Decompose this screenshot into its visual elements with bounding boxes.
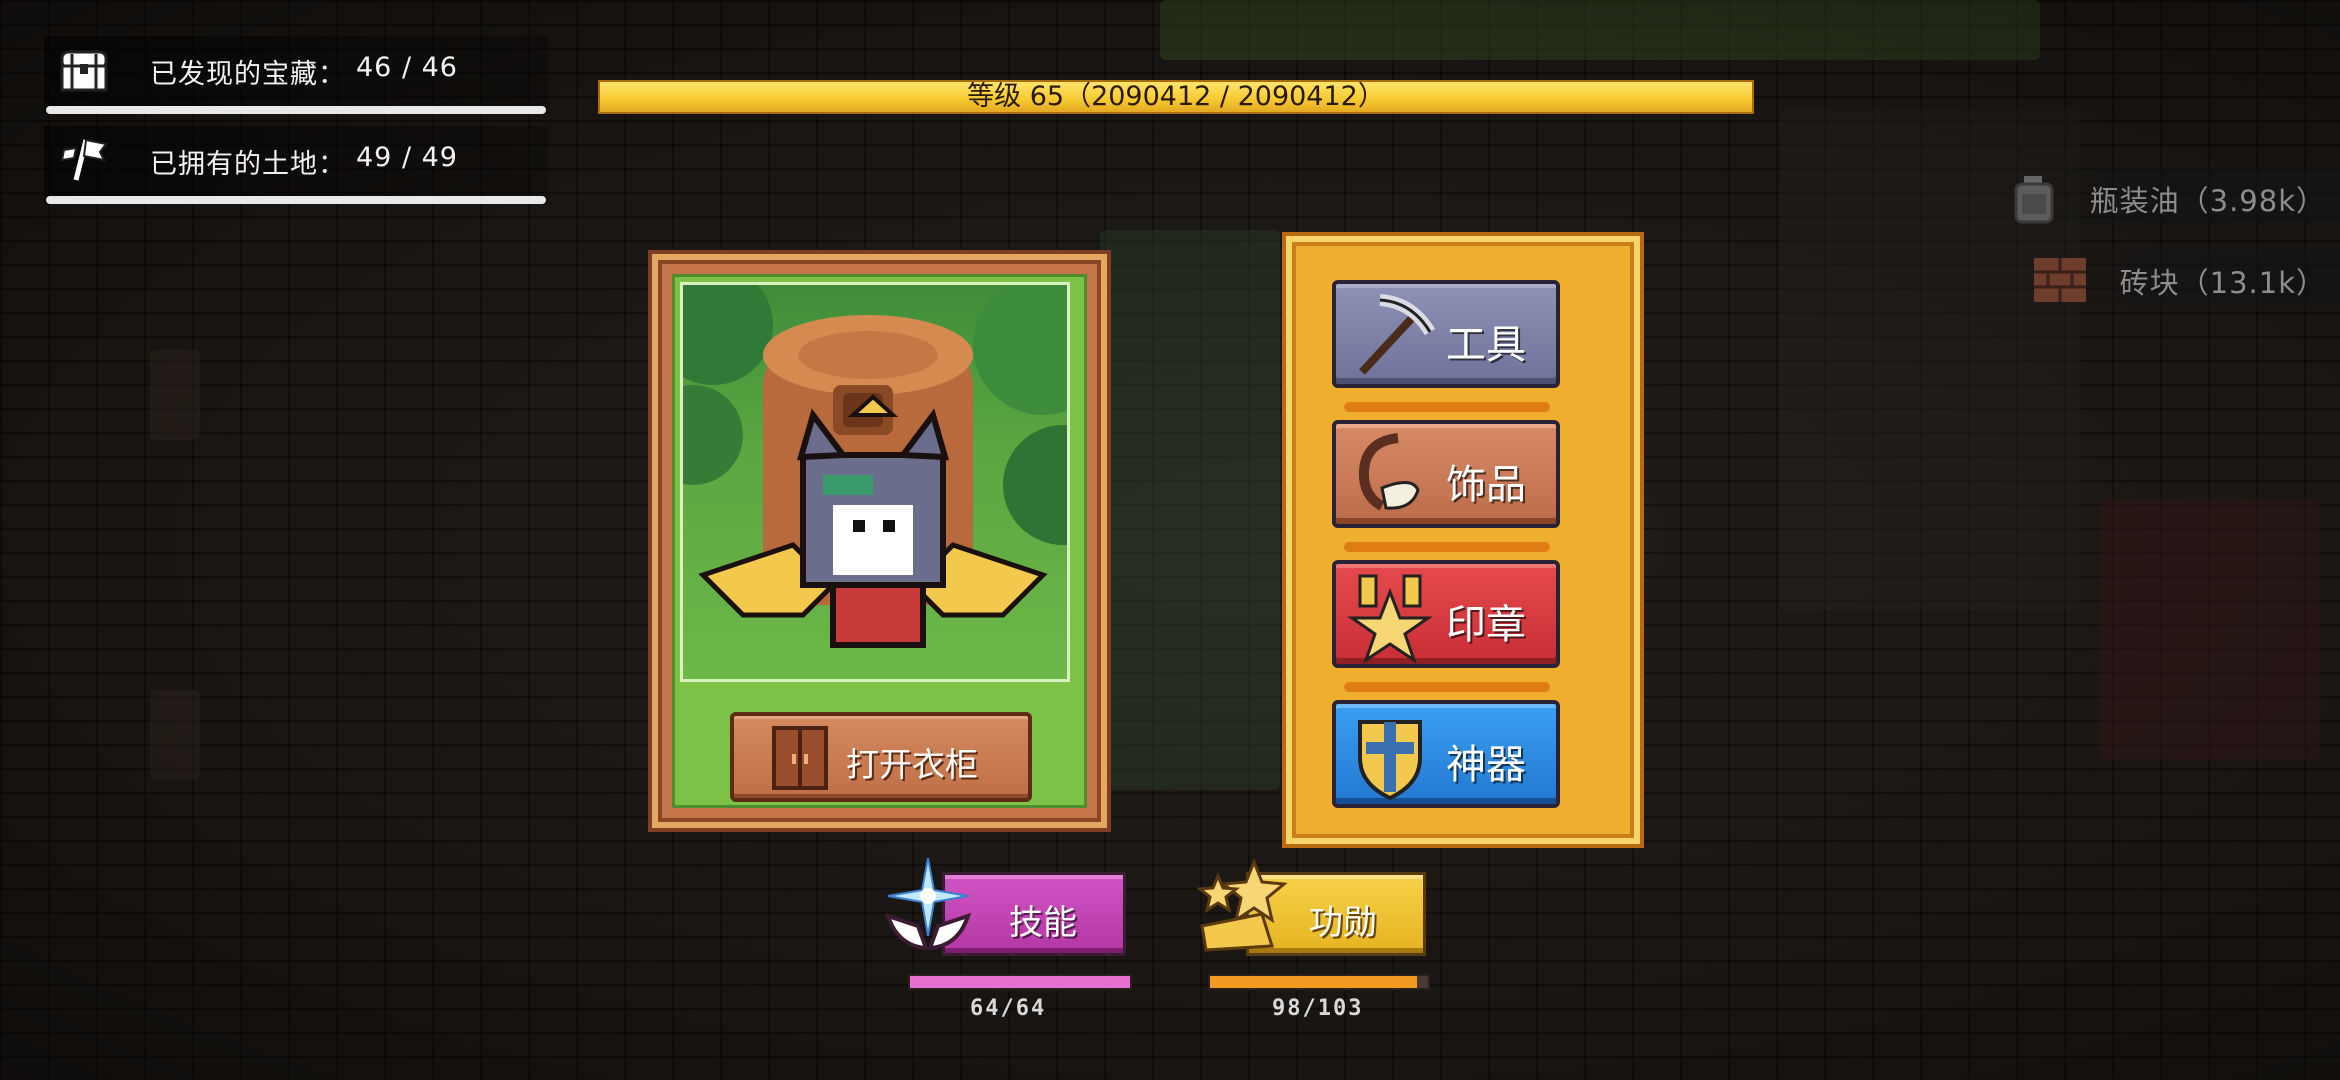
equipment-panel: 工具 饰品 印章 神器 bbox=[1286, 236, 1640, 844]
treasure-chest-icon bbox=[58, 44, 110, 94]
merit-progress-fill bbox=[1210, 976, 1418, 988]
artifacts-button[interactable]: 神器 bbox=[1332, 700, 1560, 808]
resource-oil-text: 瓶装油（3.98k） bbox=[2089, 184, 2326, 218]
skills-label: 技能 bbox=[1009, 903, 1077, 943]
character-preview[interactable] bbox=[680, 282, 1070, 682]
level-text: 等级 65（2090412 / 2090412） bbox=[967, 81, 1385, 112]
wardrobe-icon bbox=[772, 726, 828, 790]
artifacts-label: 神器 bbox=[1446, 742, 1526, 788]
oil-bottle-icon bbox=[2010, 172, 2070, 224]
accessories-button[interactable]: 饰品 bbox=[1332, 420, 1560, 528]
treasure-stat: 已发现的宝藏： 46 / 46 bbox=[44, 36, 548, 114]
star-seal-icon bbox=[1342, 568, 1438, 664]
seals-label: 印章 bbox=[1446, 602, 1526, 648]
resource-oil: 瓶装油（3.98k） bbox=[2010, 168, 2340, 224]
tools-label: 工具 bbox=[1446, 322, 1526, 368]
land-progress-line bbox=[46, 196, 546, 204]
flag-icon bbox=[58, 134, 110, 184]
land-label: 已拥有的土地： bbox=[150, 149, 346, 180]
accessories-label: 饰品 bbox=[1446, 462, 1526, 508]
character-card: 打开衣柜 bbox=[652, 254, 1107, 828]
resource-brick: 砖块（13.1k） bbox=[2030, 250, 2340, 306]
level-progress-bar: 等级 65（2090412 / 2090412） bbox=[598, 80, 1754, 114]
seals-divider bbox=[1344, 682, 1550, 692]
treasure-progress-line bbox=[46, 106, 546, 114]
pickaxe-icon bbox=[1342, 288, 1438, 384]
stars-icon bbox=[1192, 856, 1292, 956]
skills-progress-text: 64/64 bbox=[970, 996, 1047, 1021]
open-wardrobe-button[interactable]: 打开衣柜 bbox=[730, 712, 1032, 802]
merit-progress-bar bbox=[1208, 974, 1430, 990]
tools-button[interactable]: 工具 bbox=[1332, 280, 1560, 388]
land-value: 49 / 49 bbox=[356, 142, 458, 173]
accessory-icon bbox=[1342, 428, 1438, 524]
merit-label: 功勋 bbox=[1309, 903, 1377, 943]
resource-brick-text: 砖块（13.1k） bbox=[2119, 266, 2326, 300]
tools-divider bbox=[1344, 402, 1550, 412]
treasure-value: 46 / 46 bbox=[356, 52, 458, 83]
sparkle-hands-icon bbox=[878, 856, 978, 956]
accessories-divider bbox=[1344, 542, 1550, 552]
open-wardrobe-label: 打开衣柜 bbox=[846, 745, 978, 784]
shield-icon bbox=[1342, 708, 1438, 804]
land-stat: 已拥有的土地： 49 / 49 bbox=[44, 126, 548, 204]
skills-progress-fill bbox=[910, 976, 1130, 988]
merit-progress-text: 98/103 bbox=[1272, 996, 1364, 1021]
treasure-label: 已发现的宝藏： bbox=[150, 59, 346, 90]
brick-icon bbox=[2030, 254, 2090, 306]
seals-button[interactable]: 印章 bbox=[1332, 560, 1560, 668]
skills-progress-bar bbox=[908, 974, 1132, 990]
